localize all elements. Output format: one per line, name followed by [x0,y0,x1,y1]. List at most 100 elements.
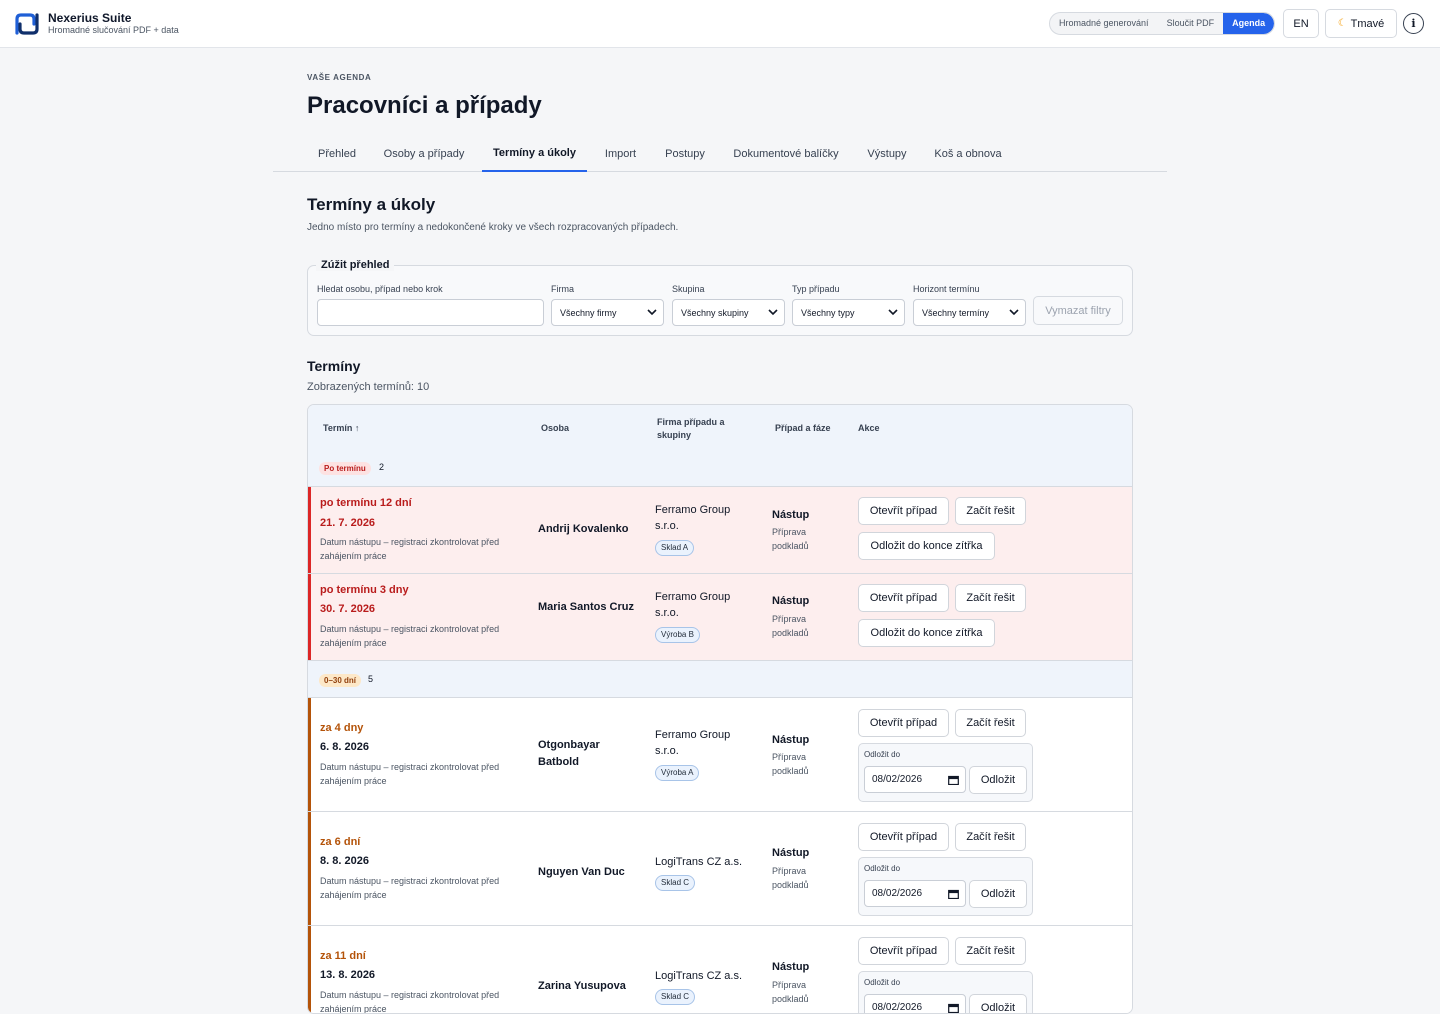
open-case-button[interactable]: Otevřít případ [858,709,949,737]
chevron-down-icon [1009,309,1019,316]
deadline-date: 6. 8. 2026 [320,741,369,753]
table-row: za 4 dny 6. 8. 2026 Datum nástupu – regi… [308,697,1132,811]
tab-import[interactable]: Import [594,135,647,172]
person-name: Otgonbayar Batbold [538,739,600,768]
case-phase: Příprava podkladů [772,752,809,776]
table-row: za 6 dní 8. 8. 2026 Datum nástupu – regi… [308,811,1132,925]
relative-deadline: za 6 dní [320,836,361,848]
postpone-label: Odložit do [864,750,901,759]
mode-agenda[interactable]: Agenda [1223,13,1275,34]
case-name: Nástup [772,847,810,859]
postpone-date-input[interactable]: 08/02/2026 [864,766,966,793]
calendar-icon [948,1003,959,1013]
deadline-note: Datum nástupu – registraci zkontrolovat … [320,762,500,786]
open-case-button[interactable]: Otevřít případ [858,937,949,965]
status-badge: Po termínu [319,462,371,475]
clear-filters-button[interactable]: Vymazat filtry [1033,296,1123,325]
postpone-label: Odložit do [864,864,901,873]
start-solving-button[interactable]: Začít řešit [955,937,1026,965]
tab-document-packages[interactable]: Dokumentové balíčky [723,135,849,172]
column-header-firm: Firma případu a skupiny [657,417,725,440]
info-icon[interactable]: i [1403,13,1424,34]
type-select-value: Všechny typy [801,307,855,318]
open-case-button[interactable]: Otevřít případ [858,497,949,525]
tab-procedures[interactable]: Postupy [655,135,715,172]
search-input[interactable] [317,299,544,326]
deadline-date: 21. 7. 2026 [320,517,376,529]
row-status-bar [308,487,311,573]
tab-deadlines-tasks[interactable]: Termíny a úkoly [482,135,587,172]
calendar-icon [948,889,959,899]
tab-outputs[interactable]: Výstupy [857,135,917,172]
group-chip: Výroba B [655,627,700,643]
tab-overview[interactable]: Přehled [307,135,367,172]
type-select[interactable]: Všechny typy [792,299,905,326]
group-filter-label: Skupina [672,284,705,294]
top-bar: Nexerius Suite Hromadné slučování PDF + … [0,0,1440,48]
firm-name: LogiTrans CZ a.s. [655,970,743,982]
postpone-date-value: 08/02/2026 [872,1002,923,1013]
open-case-button[interactable]: Otevřít případ [858,584,949,612]
table-row: za 11 dní 13. 8. 2026 Datum nástupu – re… [308,925,1132,1013]
mode-switch: Hromadné generování Sloučit PDF Agenda [1049,12,1276,35]
chevron-down-icon [768,309,778,316]
brand[interactable]: Nexerius Suite Hromadné slučování PDF + … [14,11,179,37]
postpone-button[interactable]: Odložit [969,880,1027,908]
column-header-deadline[interactable]: Termín ↑ [323,422,359,435]
postpone-panel: Odložit do 08/02/2026 Odložit [858,971,1033,1013]
group-count: 5 [368,674,374,684]
mode-bulk-generate[interactable]: Hromadné generování [1050,13,1158,34]
tab-trash-restore[interactable]: Koš a obnova [925,135,1011,172]
theme-button-label: Tmavé [1350,17,1385,30]
postpone-date-input[interactable]: 08/02/2026 [864,880,966,907]
firm-name: Ferramo Group s.r.o. [655,591,731,619]
tab-bar: Přehled Osoby a případy Termíny a úkoly … [273,135,1167,172]
type-filter-label: Typ případu [792,284,840,294]
open-case-button[interactable]: Otevřít případ [858,823,949,851]
chevron-down-icon [647,309,657,316]
theme-button[interactable]: ☾ Tmavé [1325,9,1397,38]
postpone-button[interactable]: Odložit [969,766,1027,794]
horizon-filter-label: Horizont termínu [913,284,980,294]
case-phase: Příprava podkladů [772,527,809,551]
relative-deadline: za 11 dní [320,950,366,962]
deadline-note: Datum nástupu – registraci zkontrolovat … [320,624,500,648]
tab-people-cases[interactable]: Osoby a případy [373,135,475,172]
case-name: Nástup [772,734,810,746]
app-name: Nexerius Suite [48,11,132,25]
postpone-tomorrow-button[interactable]: Odložit do konce zítřka [858,619,995,647]
moon-icon: ☾ [1337,18,1347,29]
deadlines-title: Termíny [307,358,361,374]
app-subtitle: Hromadné slučování PDF + data [48,25,179,35]
group-chip: Sklad C [655,989,696,1005]
firm-filter-label: Firma [551,284,574,294]
table-row: po termínu 3 dny 30. 7. 2026 Datum nástu… [308,573,1132,660]
postpone-date-input[interactable]: 08/02/2026 [864,994,966,1013]
row-status-bar [308,574,311,660]
column-header-person: Osoba [541,423,570,433]
firm-name: Ferramo Group s.r.o. [655,504,731,532]
calendar-icon [948,775,959,785]
start-solving-button[interactable]: Začít řešit [955,497,1026,525]
horizon-select-value: Všechny termíny [922,307,990,318]
case-name: Nástup [772,595,810,607]
group-select[interactable]: Všechny skupiny [672,299,785,326]
app-logo-icon [15,13,39,35]
case-name: Nástup [772,509,810,521]
group-count: 2 [379,462,385,472]
mode-merge-pdf[interactable]: Sloučit PDF [1158,13,1224,34]
horizon-select[interactable]: Všechny termíny [913,299,1026,326]
postpone-button[interactable]: Odložit [969,994,1027,1013]
person-name: Zarina Yusupova [538,980,626,992]
relative-deadline: po termínu 12 dní [320,497,412,509]
group-chip: Sklad A [655,540,695,556]
firm-select-value: Všechny firmy [560,307,617,318]
start-solving-button[interactable]: Začít řešit [955,823,1026,851]
deadline-note: Datum nástupu – registraci zkontrolovat … [320,876,500,900]
language-button[interactable]: EN [1283,9,1319,38]
postpone-tomorrow-button[interactable]: Odložit do konce zítřka [858,532,995,560]
start-solving-button[interactable]: Začít řešit [955,709,1026,737]
start-solving-button[interactable]: Začít řešit [955,584,1026,612]
deadline-date: 8. 8. 2026 [320,855,369,867]
firm-select[interactable]: Všechny firmy [551,299,664,326]
